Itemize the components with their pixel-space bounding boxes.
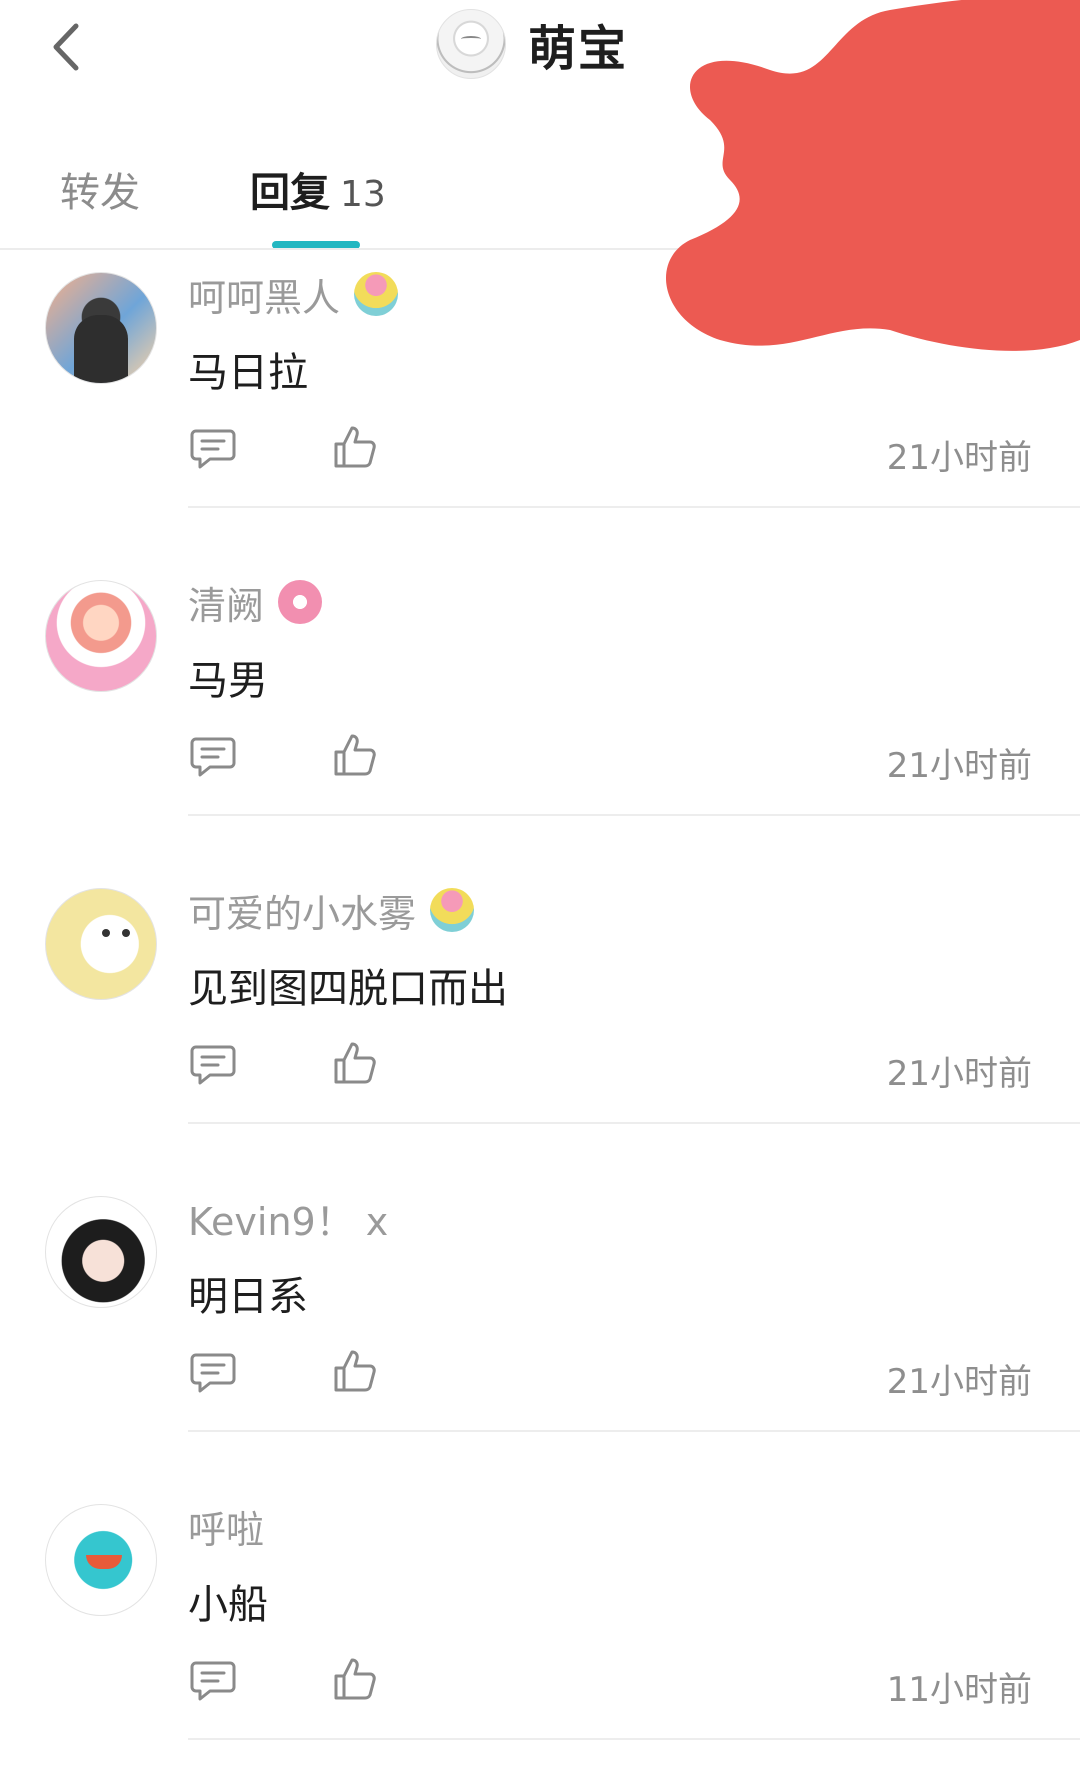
tab-replies-label: 回复 [250, 170, 330, 216]
like-button[interactable] [332, 1040, 378, 1086]
comment-time: 11小时前 [886, 1670, 1032, 1710]
reply-button[interactable] [190, 1351, 236, 1395]
comment-text: 马日拉 [188, 350, 308, 396]
comment-time: 21小时前 [886, 438, 1032, 478]
reply-button[interactable] [190, 1043, 236, 1087]
comment-item: 呼啦 小船 11小时前 [0, 1482, 1080, 1790]
divider [188, 1122, 1080, 1124]
comment-time: 21小时前 [886, 746, 1032, 786]
reply-button[interactable] [190, 427, 236, 471]
reply-button[interactable] [190, 735, 236, 779]
thumbs-up-icon [334, 426, 376, 468]
avatar[interactable] [45, 888, 157, 1000]
user-badge-icon [278, 580, 323, 624]
username[interactable]: 清阙 [188, 574, 323, 630]
comment-text: 小船 [188, 1582, 268, 1628]
divider [188, 1430, 1080, 1432]
user-badge-icon [430, 888, 475, 932]
user-badge-icon [354, 272, 399, 316]
username[interactable]: 呼啦 [188, 1498, 264, 1554]
tab-replies[interactable]: 回复 13 [250, 160, 386, 218]
avatar[interactable] [45, 1504, 157, 1616]
username-text: 呵呵黑人 [188, 275, 341, 320]
comment-bubble-icon [190, 1661, 236, 1701]
comment-text: 马男 [188, 658, 268, 704]
like-button[interactable] [332, 1656, 378, 1702]
username-text: 可爱的小水雾 [188, 891, 417, 936]
back-button[interactable] [40, 10, 90, 80]
user-avatar[interactable] [436, 9, 506, 79]
comment-time: 21小时前 [886, 1362, 1032, 1402]
comment-bubble-icon [190, 1353, 236, 1393]
username-text: 清阙 [188, 583, 265, 628]
thumbs-up-icon [334, 1042, 376, 1084]
like-button[interactable] [332, 424, 378, 470]
comment-text: 明日系 [188, 1274, 308, 1320]
comment-list: 呵呵黑人 马日拉 21小时前 清阙 马男 21小时前 可爱的小水雾 见到图四脱口… [0, 250, 1080, 1790]
like-button[interactable] [332, 1348, 378, 1394]
thumbs-up-icon [334, 1658, 376, 1700]
username-text: 呼啦 [188, 1507, 265, 1552]
avatar[interactable] [45, 272, 157, 384]
tab-forward-label: 转发 [60, 170, 140, 216]
page-title: 萌宝 [528, 21, 629, 77]
avatar[interactable] [45, 1196, 157, 1308]
username[interactable]: 呵呵黑人 [188, 266, 399, 322]
comment-item: 清阙 马男 21小时前 [0, 558, 1080, 866]
comment-time: 21小时前 [886, 1054, 1032, 1094]
username[interactable]: Kevin9！ x [188, 1190, 388, 1246]
redaction-scribble [666, 0, 1080, 351]
avatar[interactable] [45, 580, 157, 692]
username-text: Kevin9！ x [188, 1199, 389, 1244]
comment-item: 可爱的小水雾 见到图四脱口而出 21小时前 [0, 866, 1080, 1174]
page-title-group: 萌宝 [436, 4, 628, 84]
comment-bubble-icon [190, 1045, 236, 1085]
comment-bubble-icon [190, 737, 236, 777]
divider [188, 506, 1080, 508]
comment-bubble-icon [190, 429, 236, 469]
tab-forward[interactable]: 转发 [60, 160, 140, 218]
comment-text: 见到图四脱口而出 [188, 966, 508, 1012]
like-button[interactable] [332, 732, 378, 778]
username[interactable]: 可爱的小水雾 [188, 882, 475, 938]
comment-item: Kevin9！ x 明日系 21小时前 [0, 1174, 1080, 1482]
reply-button[interactable] [190, 1659, 236, 1703]
thumbs-up-icon [334, 734, 376, 776]
divider [188, 814, 1080, 816]
tab-replies-count: 13 [340, 174, 386, 215]
chevron-left-icon [53, 23, 79, 71]
thumbs-up-icon [334, 1350, 376, 1392]
